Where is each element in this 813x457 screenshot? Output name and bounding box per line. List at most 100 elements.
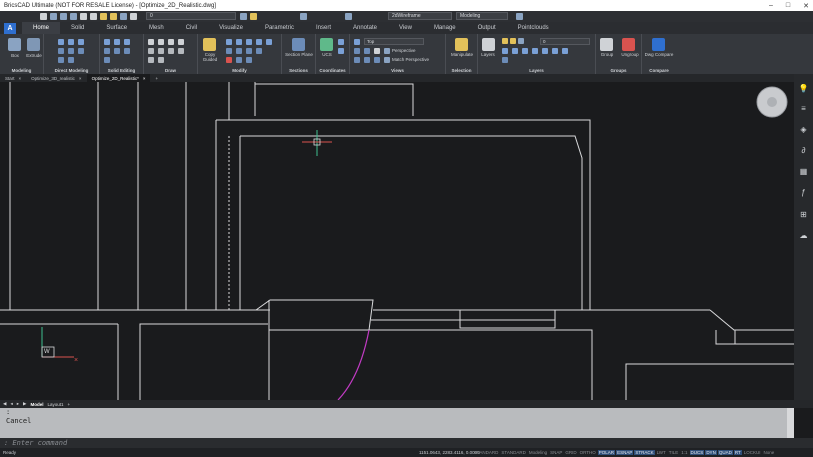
tab-mesh[interactable]: Mesh xyxy=(138,22,175,34)
add-tab-button[interactable]: + xyxy=(150,74,163,82)
dwg-compare-button[interactable]: Dwg Compare xyxy=(642,52,676,57)
point-icon[interactable] xyxy=(148,57,154,63)
navigation-wheel-center[interactable] xyxy=(767,97,777,107)
push-pull-icon[interactable] xyxy=(58,39,64,45)
view-iso-icon[interactable] xyxy=(374,48,380,54)
status-toggle-ducs[interactable]: DUCS xyxy=(689,450,705,455)
tab-view[interactable]: View xyxy=(388,22,423,34)
view-bottom-icon[interactable] xyxy=(364,57,370,63)
mirror-icon[interactable] xyxy=(256,39,262,45)
line-icon[interactable] xyxy=(148,39,154,45)
arc-icon[interactable] xyxy=(178,39,184,45)
lightbulb-icon[interactable]: 💡 xyxy=(798,84,809,94)
last-layout-icon[interactable]: ▶ xyxy=(23,401,26,407)
tab-parametric[interactable]: Parametric xyxy=(254,22,305,34)
ucs-icon[interactable] xyxy=(320,38,333,51)
status-toggle-lwt[interactable]: LWT xyxy=(656,450,667,455)
match-perspective-icon[interactable] xyxy=(384,57,390,63)
layer-lock-icon[interactable] xyxy=(518,38,524,44)
function-icon[interactable]: ƒ xyxy=(798,188,809,198)
rectangle-icon[interactable] xyxy=(148,48,154,54)
box-button[interactable]: Box xyxy=(5,53,25,58)
next-layout-icon[interactable]: ▸ xyxy=(17,401,19,407)
view-front-icon[interactable] xyxy=(354,48,360,54)
manipulate-button[interactable]: Manipulate xyxy=(446,52,478,57)
extrude-icon[interactable] xyxy=(27,38,40,51)
subtract-icon[interactable] xyxy=(114,39,120,45)
ucs-button[interactable]: UCS xyxy=(316,52,338,57)
layer-dropdown[interactable]: 0 xyxy=(540,38,590,45)
stretch-icon[interactable] xyxy=(256,48,262,54)
add-layout-button[interactable]: + xyxy=(67,402,70,407)
tab-manage[interactable]: Manage xyxy=(423,22,467,34)
cloud-icon[interactable]: ☁ xyxy=(798,231,809,241)
attach-icon[interactable]: ∂ xyxy=(798,146,809,156)
redo-icon[interactable] xyxy=(90,13,97,20)
help-icon[interactable] xyxy=(516,13,523,20)
layer-previous-icon[interactable] xyxy=(552,48,558,54)
box-icon[interactable] xyxy=(8,38,21,51)
status-toggle-rt[interactable]: RT xyxy=(733,450,742,455)
status-toggle-standard[interactable]: STANDARD xyxy=(500,450,526,455)
tab-annotate[interactable]: Annotate xyxy=(342,22,388,34)
tab-home[interactable]: Home xyxy=(22,22,61,34)
new-file-icon[interactable] xyxy=(40,13,47,20)
layer-isolate-icon[interactable] xyxy=(502,48,508,54)
close-button[interactable]: ✕ xyxy=(803,2,809,10)
tab-model[interactable]: Model xyxy=(30,402,43,407)
separate-icon[interactable] xyxy=(124,48,130,54)
status-toggle-esnap[interactable]: ESNAP xyxy=(616,450,634,455)
tab-insert[interactable]: Insert xyxy=(305,22,342,34)
structure-icon[interactable]: ⊞ xyxy=(798,210,809,220)
dwg-compare-icon[interactable] xyxy=(652,38,665,51)
layer-unisolate-icon[interactable] xyxy=(512,48,518,54)
status-toggle-polar[interactable]: POLAR xyxy=(597,450,616,455)
status-toggle-grid[interactable]: GRID xyxy=(564,450,577,455)
tab-layout1[interactable]: Layout1 xyxy=(47,402,63,407)
explode-icon[interactable] xyxy=(236,57,242,63)
status-toggle-standard[interactable]: STANDARD xyxy=(473,450,499,455)
workspace-dropdown[interactable]: Modeling xyxy=(456,12,508,20)
ungroup-button[interactable]: Ungroup xyxy=(618,52,642,57)
status-toggle-none[interactable]: None xyxy=(763,450,776,455)
text-icon[interactable] xyxy=(158,57,164,63)
trim-icon[interactable] xyxy=(236,48,242,54)
perspective-button[interactable]: Perspective xyxy=(392,48,430,53)
layer-freeze-icon[interactable] xyxy=(522,48,528,54)
status-toggle-1-1[interactable]: 1:1 xyxy=(680,450,688,455)
drawing-viewport[interactable]: × W xyxy=(0,82,794,401)
layer-thaw-icon[interactable] xyxy=(510,38,516,44)
view-named-icon[interactable] xyxy=(374,57,380,63)
close-tab-icon[interactable]: × xyxy=(143,76,146,81)
drawing-canvas[interactable]: × xyxy=(0,82,794,401)
intersect-icon[interactable] xyxy=(124,39,130,45)
match-perspective-button[interactable]: Match Perspective xyxy=(392,57,444,62)
offset-face-icon[interactable] xyxy=(58,48,64,54)
circle-icon[interactable] xyxy=(168,39,174,45)
sun-icon[interactable] xyxy=(110,13,117,20)
tab-pointclouds[interactable]: Pointclouds xyxy=(507,22,560,34)
tab-output[interactable]: Output xyxy=(467,22,507,34)
group-icon[interactable] xyxy=(600,38,613,51)
first-layout-icon[interactable]: ◀ xyxy=(3,401,6,407)
qat-layer-dropdown[interactable]: 0 xyxy=(146,12,236,20)
ungroup-icon[interactable] xyxy=(622,38,635,51)
delete-face-icon[interactable] xyxy=(68,48,74,54)
ucs-view-icon[interactable] xyxy=(338,48,344,54)
layer-merge-icon[interactable] xyxy=(502,57,508,63)
imprint-icon[interactable] xyxy=(104,57,110,63)
rotate-face-icon[interactable] xyxy=(78,39,84,45)
lock-icon[interactable] xyxy=(120,13,127,20)
status-toggle-snap[interactable]: SNAP xyxy=(549,450,563,455)
view-side-icon[interactable] xyxy=(364,48,370,54)
visual-style-dropdown[interactable]: 2dWireframe xyxy=(388,12,452,20)
taper-face-icon[interactable] xyxy=(78,48,84,54)
status-toggle-modeling[interactable]: Modeling xyxy=(528,450,548,455)
hatch-icon[interactable] xyxy=(178,48,184,54)
section-plane-button[interactable]: Section Plane xyxy=(282,52,316,57)
command-input[interactable]: : Enter command xyxy=(0,438,813,448)
status-toggle-strack[interactable]: STRACK xyxy=(634,450,655,455)
view-top-icon[interactable] xyxy=(354,39,360,45)
union-icon[interactable] xyxy=(104,39,110,45)
spline-icon[interactable] xyxy=(158,48,164,54)
